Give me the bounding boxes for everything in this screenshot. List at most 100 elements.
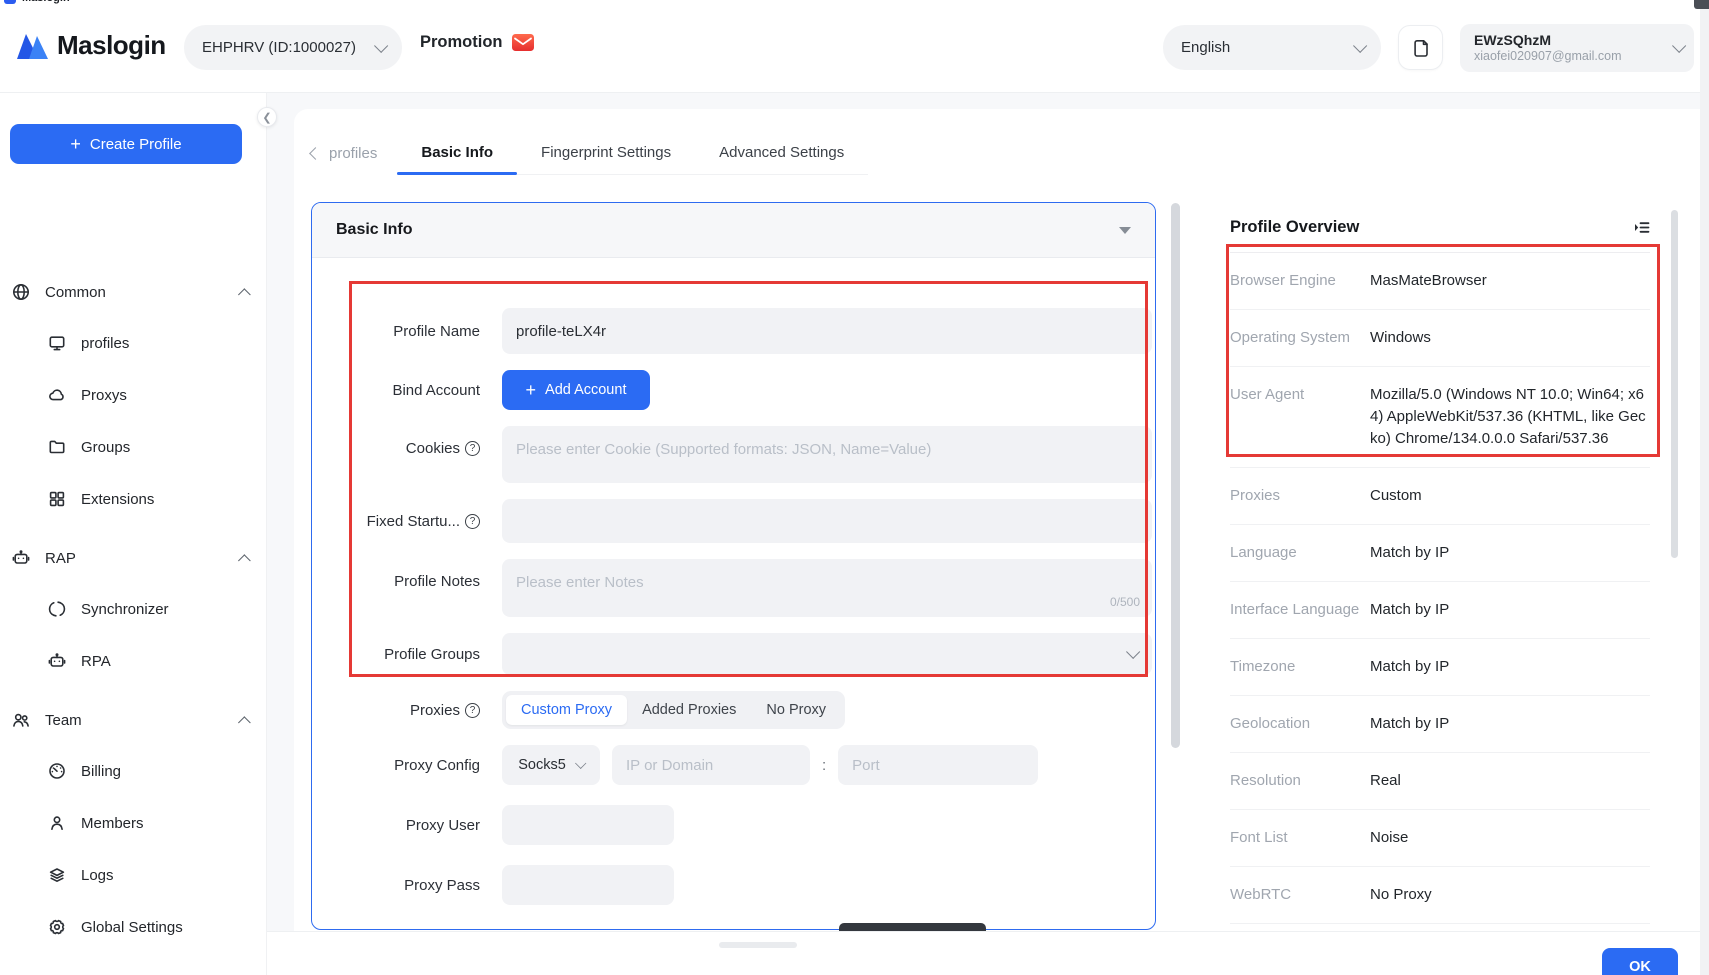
globe-icon [12,283,30,301]
plus-icon: + [526,381,537,399]
help-icon[interactable]: ? [465,441,480,456]
sidebar-item-synchronizer[interactable]: Synchronizer [48,596,315,622]
proxy-user-input[interactable] [502,805,674,845]
tab-fingerprint-settings[interactable]: Fingerprint Settings [517,131,695,174]
proxy-mode-custom[interactable]: Custom Proxy [506,695,627,725]
horizontal-scrollbar[interactable] [719,942,797,948]
chevron-up-icon [238,554,251,567]
basic-info-card-header[interactable]: Basic Info [312,203,1155,258]
titlebar-app-name: Maslogin [22,0,70,4]
sidebar-collapse-button[interactable]: ❮ [257,107,277,127]
tab-basic-info[interactable]: Basic Info [397,131,517,174]
basic-info-form: Profile Name Bind Account + Add Account … [312,258,1155,905]
profile-notes-wrap: 0/500 [502,559,1152,617]
sidebar-item-logs[interactable]: Logs [48,862,315,888]
chevron-down-icon [374,38,388,52]
proxy-config-controls: Socks5 : [502,745,1038,785]
grid-icon [48,490,66,508]
language-label: English [1181,39,1230,56]
field-cookies: Cookies ? [338,426,1155,483]
field-fixed-startup: Fixed Startu... ? [338,499,1155,543]
proxy-mode-added[interactable]: Added Proxies [627,695,751,725]
cut-off-element [839,923,986,931]
collapse-list-icon[interactable] [1633,220,1650,235]
user-name: EWzSQhzM [1474,32,1672,49]
profile-name-input[interactable] [502,308,1152,354]
sidebar-item-proxys[interactable]: Proxys [48,382,315,408]
panel-scrollbar[interactable] [1671,210,1678,558]
profile-notes-textarea[interactable] [502,559,1152,617]
ok-button[interactable]: OK [1602,948,1678,975]
user-meta: EWzSQhzM xiaofei020907@gmail.com [1474,32,1672,64]
chevron-down-icon [1126,645,1140,659]
logo-text: Maslogin [57,30,166,61]
overview-row: Interface Language Match by IP [1230,582,1650,639]
help-icon[interactable]: ? [465,514,480,529]
user-account-menu[interactable]: EWzSQhzM xiaofei020907@gmail.com [1460,24,1694,72]
proxy-pass-label: Proxy Pass [338,877,480,894]
robot-icon [48,652,66,670]
window-scrollbar-track[interactable] [1700,0,1709,975]
sidebar-item-profiles[interactable]: profiles [48,330,315,356]
profile-groups-select[interactable] [502,633,1152,675]
bind-account-label: Bind Account [338,382,480,399]
fixed-startup-input[interactable] [502,499,1152,543]
cookies-label: Cookies ? [338,440,480,457]
proxy-ip-input[interactable] [612,745,810,785]
sidebar-section-rap[interactable]: RAP [12,545,279,571]
brand-logo: Maslogin [16,30,166,61]
sidebar-item-billing[interactable]: Billing [48,758,315,784]
profile-notes-label: Profile Notes [338,573,480,590]
chevron-up-icon [238,288,251,301]
document-button[interactable] [1398,25,1443,70]
cookies-textarea[interactable] [502,426,1152,483]
proxy-config-label: Proxy Config [338,757,480,774]
tab-advanced-settings[interactable]: Advanced Settings [695,131,868,174]
maslogin-logo-icon [16,32,49,60]
proxy-port-input[interactable] [838,745,1038,785]
proxy-mode-none[interactable]: No Proxy [751,695,841,725]
sidebar-item-groups[interactable]: Groups [48,434,315,460]
sidebar-section-team[interactable]: Team [12,707,279,733]
monitor-icon [48,334,66,352]
main-scrollbar[interactable] [1171,203,1180,748]
proxy-pass-input[interactable] [502,865,674,905]
field-proxy-user: Proxy User [338,805,1155,845]
sidebar-section-common[interactable]: Common [12,279,279,305]
folder-icon [48,438,66,456]
create-profile-button[interactable]: + Create Profile [10,124,242,164]
proxy-mode-segmented: Custom Proxy Added Proxies No Proxy [502,691,845,729]
sidebar: + Create Profile Common profiles Proxys [0,93,267,975]
field-proxies: Proxies ? Custom Proxy Added Proxies No … [338,691,1155,729]
overview-row: Operating System Windows [1230,310,1650,367]
profile-overview-title: Profile Overview [1230,218,1359,237]
promotion-link[interactable]: Promotion [420,33,534,52]
overview-row: Proxies Custom [1230,468,1650,525]
char-counter: 0/500 [1110,595,1140,609]
overview-row: Language Match by IP [1230,525,1650,582]
add-account-button[interactable]: + Add Account [502,370,650,410]
sync-icon [48,600,66,618]
titlebar-logo-icon [4,0,16,4]
language-selector[interactable]: English [1163,25,1381,70]
document-icon [1411,38,1431,58]
field-profile-notes: Profile Notes 0/500 [338,559,1155,617]
chevron-down-icon [1353,38,1367,52]
workspace-dropdown[interactable]: EHPHRV (ID:1000027) [184,25,402,70]
app-header: Maslogin Maslogin EHPHRV (ID:1000027) Pr… [0,0,1709,93]
plus-icon: + [70,135,81,153]
sidebar-item-extensions[interactable]: Extensions [48,486,315,512]
sidebar-item-rpa[interactable]: RPA [48,648,315,674]
sidebar-item-members[interactable]: Members [48,810,315,836]
overview-row: Geolocation Match by IP [1230,696,1650,753]
back-to-profiles[interactable]: profiles [311,131,397,175]
overview-row: Browser Engine MasMateBrowser [1230,253,1650,310]
field-proxy-config: Proxy Config Socks5 : [338,745,1155,785]
fixed-startup-label: Fixed Startu... ? [338,513,480,530]
overview-row: Resolution Real [1230,753,1650,810]
help-icon[interactable]: ? [465,703,480,718]
footer-bar: OK [267,931,1709,975]
field-profile-groups: Profile Groups [338,633,1155,675]
overview-row: Timezone Match by IP [1230,639,1650,696]
proxy-protocol-select[interactable]: Socks5 [502,745,600,785]
